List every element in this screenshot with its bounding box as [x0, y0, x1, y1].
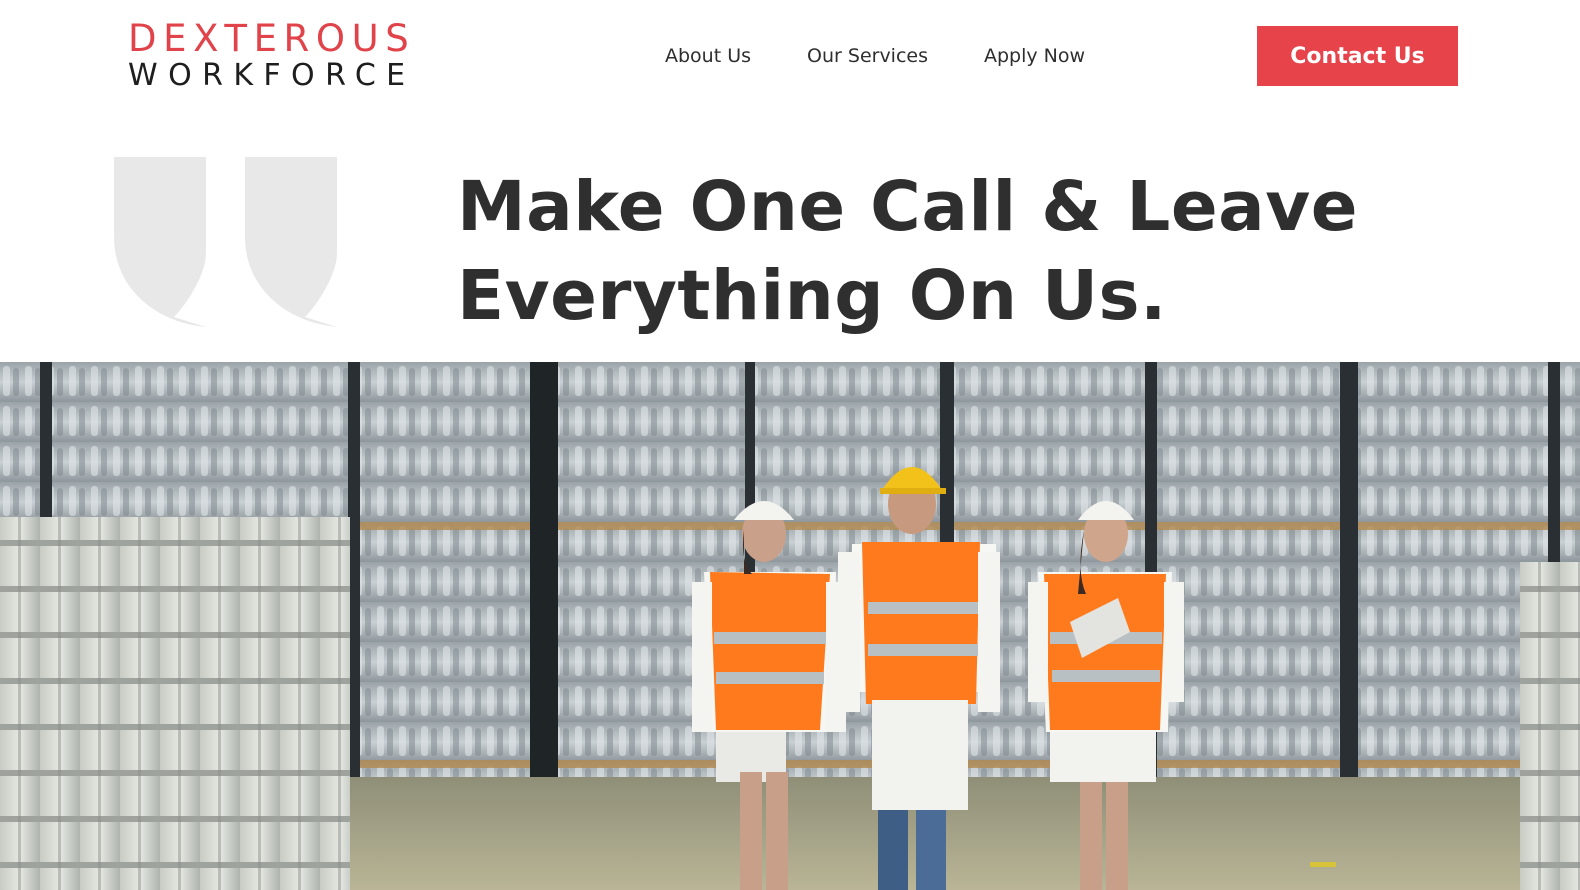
headline-line-2: Everything On Us. — [457, 256, 1167, 336]
double-quote-icon — [114, 157, 340, 329]
logo-text-top: DEXTEROUS — [128, 17, 416, 60]
headline-line-1: Make One Call & Leave — [457, 167, 1358, 247]
warehouse-workers-photo — [0, 362, 1580, 890]
nav-link-about-us[interactable]: About Us — [665, 41, 751, 71]
hero-headline: Make One Call & Leave Everything On Us. — [457, 163, 1477, 341]
nav-link-apply-now[interactable]: Apply Now — [984, 41, 1085, 71]
nav-link-our-services[interactable]: Our Services — [807, 41, 928, 71]
contact-us-button[interactable]: Contact Us — [1257, 26, 1458, 86]
main-nav: About Us Our Services Apply Now — [665, 41, 1141, 71]
logo-text-bottom: WORKFORCE — [128, 58, 416, 93]
site-header: DEXTEROUS WORKFORCE About Us Our Service… — [0, 0, 1580, 115]
logo[interactable]: DEXTEROUS WORKFORCE — [128, 20, 416, 92]
